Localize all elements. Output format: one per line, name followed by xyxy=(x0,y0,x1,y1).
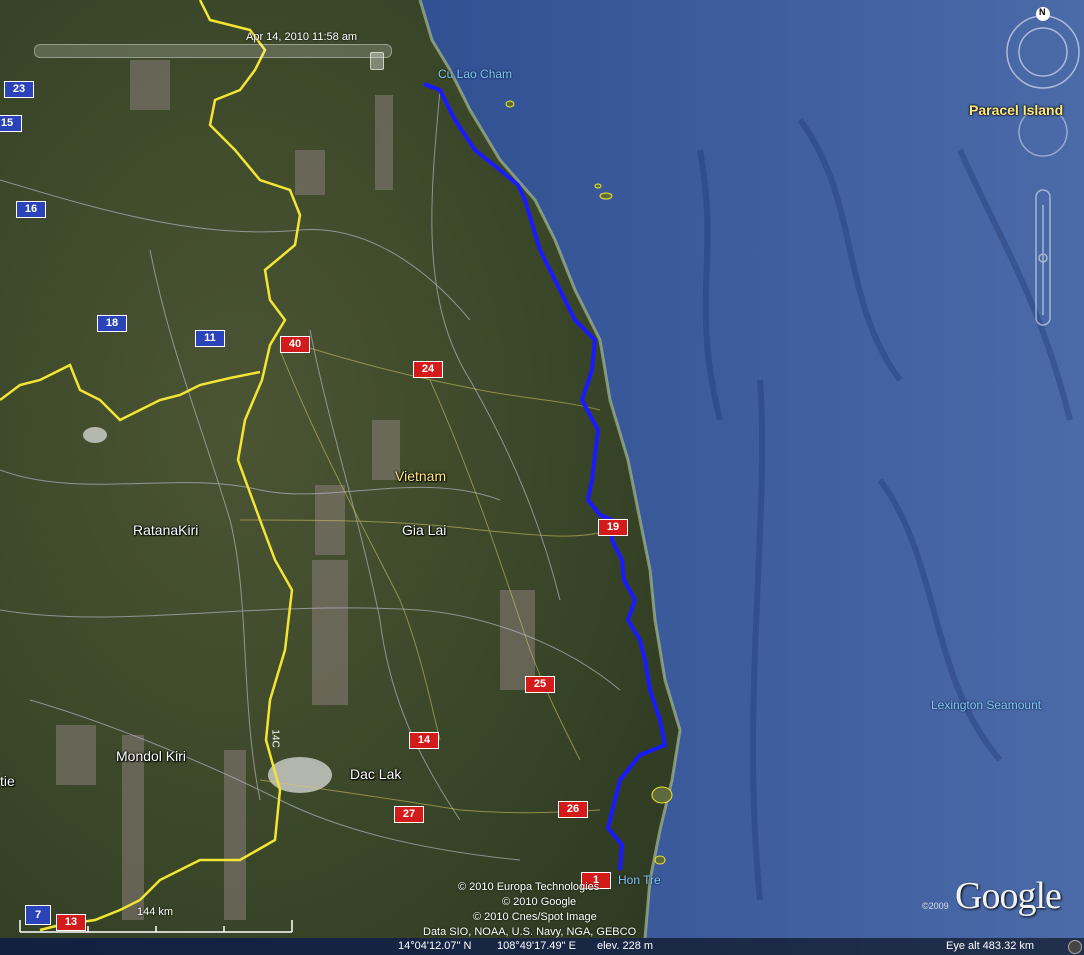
status-elevation: elev. 228 m xyxy=(597,940,654,952)
route-shield-7[interactable]: 7 xyxy=(25,905,51,925)
status-longitude: 108°49'17.49" E xyxy=(497,940,576,952)
route-shield-16[interactable]: 16 xyxy=(16,201,46,218)
label-vietnam[interactable]: Vietnam xyxy=(395,468,446,484)
status-eye-altitude: Eye alt 483.32 km xyxy=(946,940,1035,952)
copyright-line-4: Data SIO, NOAA, U.S. Navy, NGA, GEBCO xyxy=(423,926,637,938)
route-shield-40[interactable]: 40 xyxy=(280,336,310,353)
route-shield-11[interactable]: 11 xyxy=(195,330,225,347)
north-label: N xyxy=(1039,7,1046,17)
label-paracel-island[interactable]: Paracel Island xyxy=(969,102,1063,118)
route-shield-15[interactable]: 15 xyxy=(0,115,22,132)
label-road-14c: 14C xyxy=(269,729,281,748)
route-shield-26[interactable]: 26 xyxy=(558,801,588,818)
copyright-line-3: © 2010 Cnes/Spot Image xyxy=(473,911,597,923)
label-gia-lai[interactable]: Gia Lai xyxy=(402,522,446,538)
time-slider[interactable] xyxy=(34,44,392,58)
satellite-map[interactable] xyxy=(0,0,1084,955)
copyright-line-2: © 2010 Google xyxy=(502,896,577,908)
time-slider-handle[interactable] xyxy=(370,52,384,70)
label-ratanakiri[interactable]: RatanaKiri xyxy=(133,522,198,538)
label-mondol-kiri[interactable]: Mondol Kiri xyxy=(116,748,186,764)
logo-year: ©2009 xyxy=(922,901,949,911)
timeline-date: Apr 14, 2010 11:58 am xyxy=(246,31,358,43)
status-indicator-icon[interactable] xyxy=(1068,940,1082,954)
route-shield-23[interactable]: 23 xyxy=(4,81,34,98)
label-dac-lak[interactable]: Dac Lak xyxy=(350,766,401,782)
route-shield-13[interactable]: 13 xyxy=(56,914,86,931)
route-shield-25[interactable]: 25 xyxy=(525,676,555,693)
label-cu-lao-cham[interactable]: Cu Lao Cham xyxy=(438,67,512,81)
copyright-line-1: © 2010 Europa Technologies xyxy=(458,881,600,893)
google-logo: Google xyxy=(955,875,1062,917)
label-lexington-seamount[interactable]: Lexington Seamount xyxy=(931,698,1041,712)
label-hon-tre[interactable]: Hon Tre xyxy=(618,873,661,887)
route-shield-18[interactable]: 18 xyxy=(97,315,127,332)
route-shield-19[interactable]: 19 xyxy=(598,519,628,536)
scale-label: 144 km xyxy=(137,906,174,918)
route-shield-24[interactable]: 24 xyxy=(413,361,443,378)
status-latitude: 14°04'12.07" N xyxy=(398,940,472,952)
label-left-edge[interactable]: tie xyxy=(0,773,15,789)
route-shield-14[interactable]: 14 xyxy=(409,732,439,749)
route-shield-27[interactable]: 27 xyxy=(394,806,424,823)
